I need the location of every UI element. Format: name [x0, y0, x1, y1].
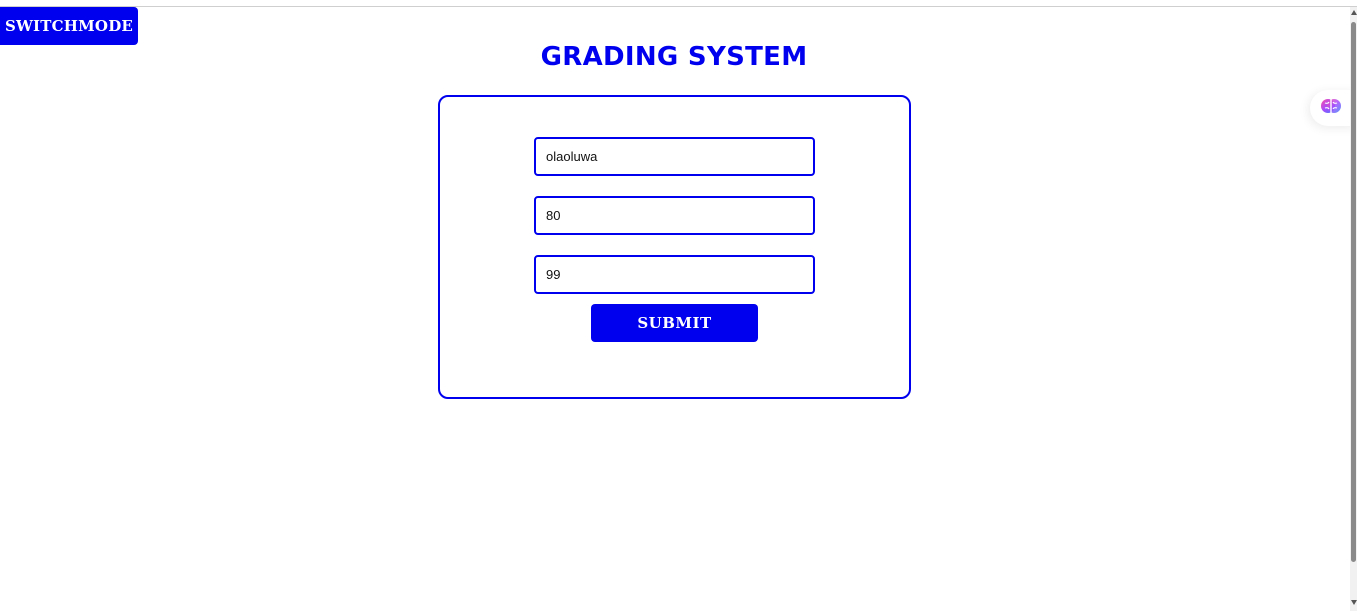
- submit-button[interactable]: SUBMIT: [591, 304, 758, 342]
- brain-icon: [1320, 95, 1342, 121]
- score-input-2[interactable]: [534, 255, 815, 294]
- page-title: GRADING SYSTEM: [540, 42, 808, 72]
- scrollbar-thumb[interactable]: [1351, 22, 1356, 562]
- name-input[interactable]: [534, 137, 815, 176]
- browser-top-divider: [0, 6, 1357, 7]
- scroll-down-arrow-icon[interactable]: [1351, 600, 1357, 605]
- score-input-1[interactable]: [534, 196, 815, 235]
- switch-mode-button[interactable]: SWITCHMODE: [0, 7, 138, 45]
- scroll-up-arrow-icon[interactable]: [1351, 10, 1357, 15]
